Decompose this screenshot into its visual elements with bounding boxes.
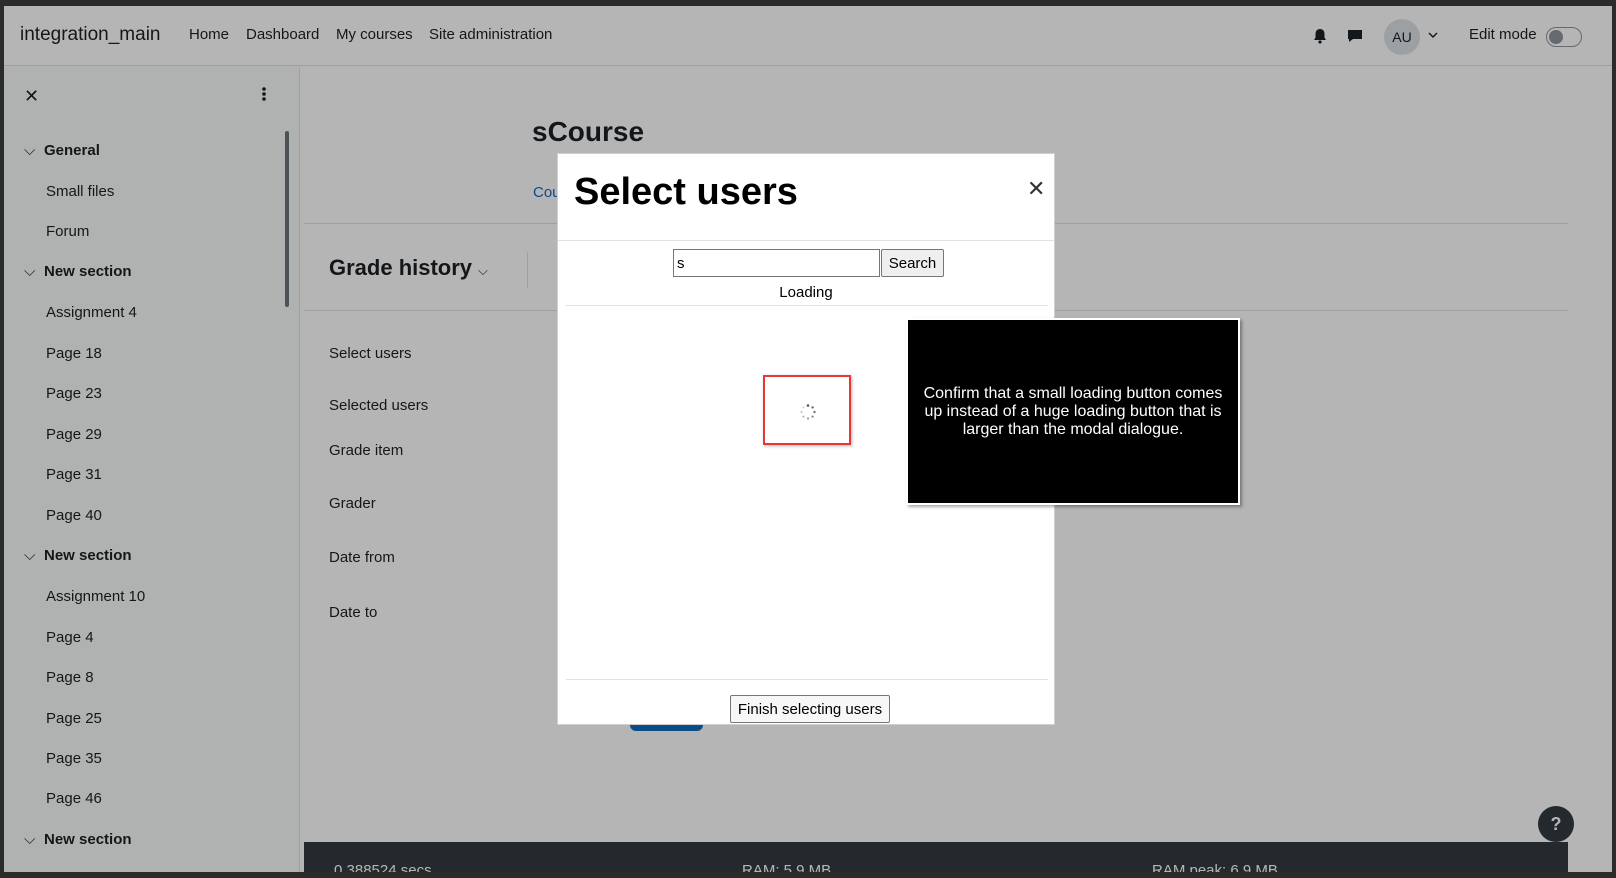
test-instruction-text: Confirm that a small loading button come…: [923, 384, 1223, 438]
search-button[interactable]: Search: [881, 249, 944, 277]
divider: [558, 240, 1054, 241]
highlight-box: [763, 375, 851, 445]
loading-spinner-icon: [799, 403, 817, 421]
modal-title: Select users: [574, 171, 798, 213]
browser-page: integration_main Home Dashboard My cours…: [4, 6, 1612, 872]
loading-label: Loading: [779, 284, 833, 301]
divider: [566, 679, 1048, 680]
finish-selecting-users-button[interactable]: Finish selecting users: [730, 695, 890, 723]
divider: [566, 305, 1048, 306]
search-input[interactable]: [673, 249, 880, 277]
close-icon[interactable]: ✕: [1027, 176, 1045, 202]
test-instruction-callout: Confirm that a small loading button come…: [906, 318, 1240, 505]
